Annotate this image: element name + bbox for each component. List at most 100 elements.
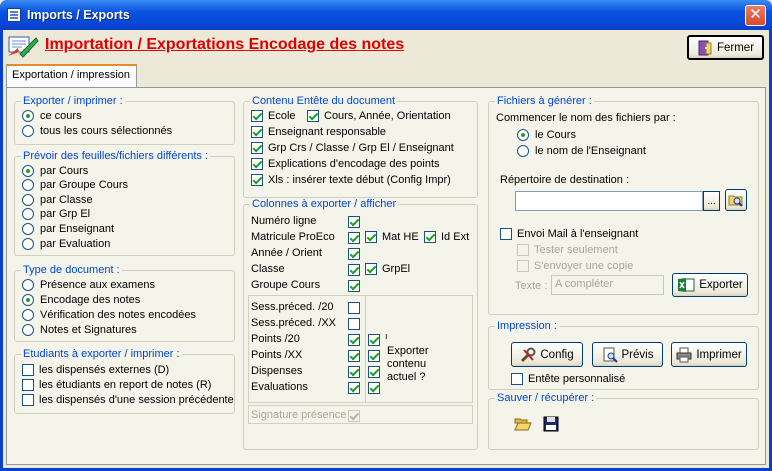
- radio-button[interactable]: [22, 125, 34, 137]
- col-classe-checkbox[interactable]: [348, 264, 360, 276]
- save-disk-icon[interactable]: [543, 416, 559, 432]
- title-bar[interactable]: Imports / Exports ✕: [0, 0, 772, 30]
- checkbox[interactable]: [251, 142, 263, 154]
- col-signature-checkbox[interactable]: [348, 410, 360, 422]
- check-xls[interactable]: Xls : insérer texte début (Config Impr): [251, 174, 451, 186]
- col-sessxx-checkbox[interactable]: [348, 318, 360, 330]
- radio-button[interactable]: [22, 279, 34, 291]
- checkbox-label: Mat HE: [382, 231, 419, 243]
- col-annee-checkbox[interactable]: [348, 248, 360, 260]
- checkbox[interactable]: [22, 379, 34, 391]
- col-pointsxx-checkbox[interactable]: [348, 350, 360, 362]
- radio-button[interactable]: [22, 110, 34, 122]
- checkbox[interactable]: [365, 231, 377, 243]
- checkbox[interactable]: [500, 228, 512, 240]
- radio-encodage-notes[interactable]: Encodage des notes: [22, 294, 140, 306]
- radio-le-cours[interactable]: le Cours: [517, 129, 576, 141]
- check-envoyer-copie[interactable]: S'envoyer une copie: [517, 260, 633, 272]
- col-mat-he[interactable]: Mat HE: [365, 231, 419, 243]
- col-grp-el[interactable]: GrpEl: [365, 263, 410, 275]
- checkbox-label: Enseignant responsable: [268, 126, 387, 138]
- check-envoi-mail[interactable]: Envoi Mail à l'enseignant: [500, 228, 638, 240]
- checkbox[interactable]: [251, 174, 263, 186]
- radio-par-classe[interactable]: par Classe: [22, 194, 93, 206]
- check-report-notes[interactable]: les étudiants en report de notes (R): [22, 379, 211, 391]
- checkbox-label: Cours, Année, Orientation: [324, 110, 451, 122]
- browse-button[interactable]: ...: [703, 191, 720, 211]
- radio-button[interactable]: [517, 129, 529, 141]
- radio-par-enseignant[interactable]: par Enseignant: [22, 223, 114, 235]
- checkbox[interactable]: [511, 373, 523, 385]
- checkbox[interactable]: [424, 231, 436, 243]
- checkbox[interactable]: [251, 110, 263, 122]
- checkbox-label: GrpEl: [382, 263, 411, 275]
- check-cours-annee[interactable]: Cours, Année, Orientation: [307, 110, 451, 122]
- col-points20-checkbox[interactable]: [348, 334, 360, 346]
- check-grp[interactable]: Grp Crs / Classe / Grp El / Enseignant: [251, 142, 454, 154]
- radio-ce-cours[interactable]: ce cours: [22, 110, 82, 122]
- destination-input[interactable]: [515, 191, 703, 211]
- doc-type-title: Type de document :: [21, 264, 122, 276]
- col-dispenses-checkbox[interactable]: [348, 366, 360, 378]
- col-dispenses-export-checkbox[interactable]: [368, 366, 380, 378]
- imprimer-button[interactable]: Imprimer: [671, 342, 747, 367]
- check-enseignant[interactable]: Enseignant responsable: [251, 126, 386, 138]
- col-evaluations-checkbox[interactable]: [348, 382, 360, 394]
- checkbox[interactable]: [365, 263, 377, 275]
- checkbox[interactable]: [251, 126, 263, 138]
- open-folder-icon[interactable]: [514, 416, 532, 432]
- checkbox[interactable]: [517, 260, 529, 272]
- tab-exportation-impression[interactable]: Exportation / impression: [6, 64, 137, 88]
- radio-presence-examens[interactable]: Présence aux examens: [22, 279, 155, 291]
- radio-tous-les-cours[interactable]: tous les cours sélectionnés: [22, 125, 172, 137]
- exporter-button[interactable]: Exporter: [672, 273, 748, 297]
- check-dispenses-externes[interactable]: les dispensés externes (D): [22, 364, 169, 376]
- radio-button[interactable]: [22, 324, 34, 336]
- radio-button[interactable]: [22, 179, 34, 191]
- students-group: Etudiants à exporter / imprimer : les di…: [14, 348, 235, 414]
- separate-files-title: Prévoir des feuilles/fichiers différents…: [21, 150, 211, 162]
- radio-button[interactable]: [22, 165, 34, 177]
- checkbox[interactable]: [517, 244, 529, 256]
- window-close-button[interactable]: ✕: [745, 5, 766, 26]
- col-groupe-cours-checkbox[interactable]: [348, 280, 360, 292]
- radio-label: Notes et Signatures: [40, 324, 137, 336]
- radio-button[interactable]: [22, 194, 34, 206]
- mail-text-input[interactable]: A compléter: [551, 275, 664, 295]
- check-dispenses-session[interactable]: les dispensés d'une session précédente: [22, 394, 234, 406]
- col-sess20-checkbox[interactable]: [348, 302, 360, 314]
- radio-button[interactable]: [22, 223, 34, 235]
- radio-par-groupe-cours[interactable]: par Groupe Cours: [22, 179, 128, 191]
- fermer-button[interactable]: Fermer: [687, 35, 764, 60]
- previs-button[interactable]: Prévis: [592, 342, 663, 367]
- col-points20-export-checkbox[interactable]: [368, 334, 380, 346]
- col-id-ext[interactable]: Id Ext: [424, 231, 469, 243]
- radio-par-grp-el[interactable]: par Grp El: [22, 208, 90, 220]
- radio-button[interactable]: [22, 294, 34, 306]
- radio-nom-enseignant[interactable]: le nom de l'Enseignant: [517, 145, 646, 157]
- checkbox[interactable]: [251, 158, 263, 170]
- check-entete-personnalise[interactable]: Entête personnalisé: [511, 373, 625, 385]
- radio-verification-notes[interactable]: Vérification des notes encodées: [22, 309, 196, 321]
- radio-par-evaluation[interactable]: par Evaluation: [22, 238, 110, 250]
- check-explications[interactable]: Explications d'encodage des points: [251, 158, 440, 170]
- col-numero-checkbox[interactable]: [348, 216, 360, 228]
- config-button[interactable]: Config: [511, 342, 583, 367]
- col-matricule-checkbox[interactable]: [348, 232, 360, 244]
- checkbox[interactable]: [22, 394, 34, 406]
- checkbox[interactable]: [22, 364, 34, 376]
- doc-type-group: Type de document : Présence aux examens …: [14, 264, 235, 342]
- checkbox[interactable]: [307, 110, 319, 122]
- col-pointsxx-export-checkbox[interactable]: [368, 350, 380, 362]
- col-evaluations-export-checkbox[interactable]: [368, 382, 380, 394]
- radio-button[interactable]: [22, 309, 34, 321]
- check-tester-seulement[interactable]: Tester seulement: [517, 244, 618, 256]
- open-folder-button[interactable]: [725, 189, 747, 211]
- radio-label: le Cours: [535, 129, 576, 141]
- radio-button[interactable]: [517, 145, 529, 157]
- radio-par-cours[interactable]: par Cours: [22, 165, 88, 177]
- radio-button[interactable]: [22, 208, 34, 220]
- check-ecole[interactable]: Ecole: [251, 110, 296, 122]
- radio-notes-signatures[interactable]: Notes et Signatures: [22, 324, 137, 336]
- radio-button[interactable]: [22, 238, 34, 250]
